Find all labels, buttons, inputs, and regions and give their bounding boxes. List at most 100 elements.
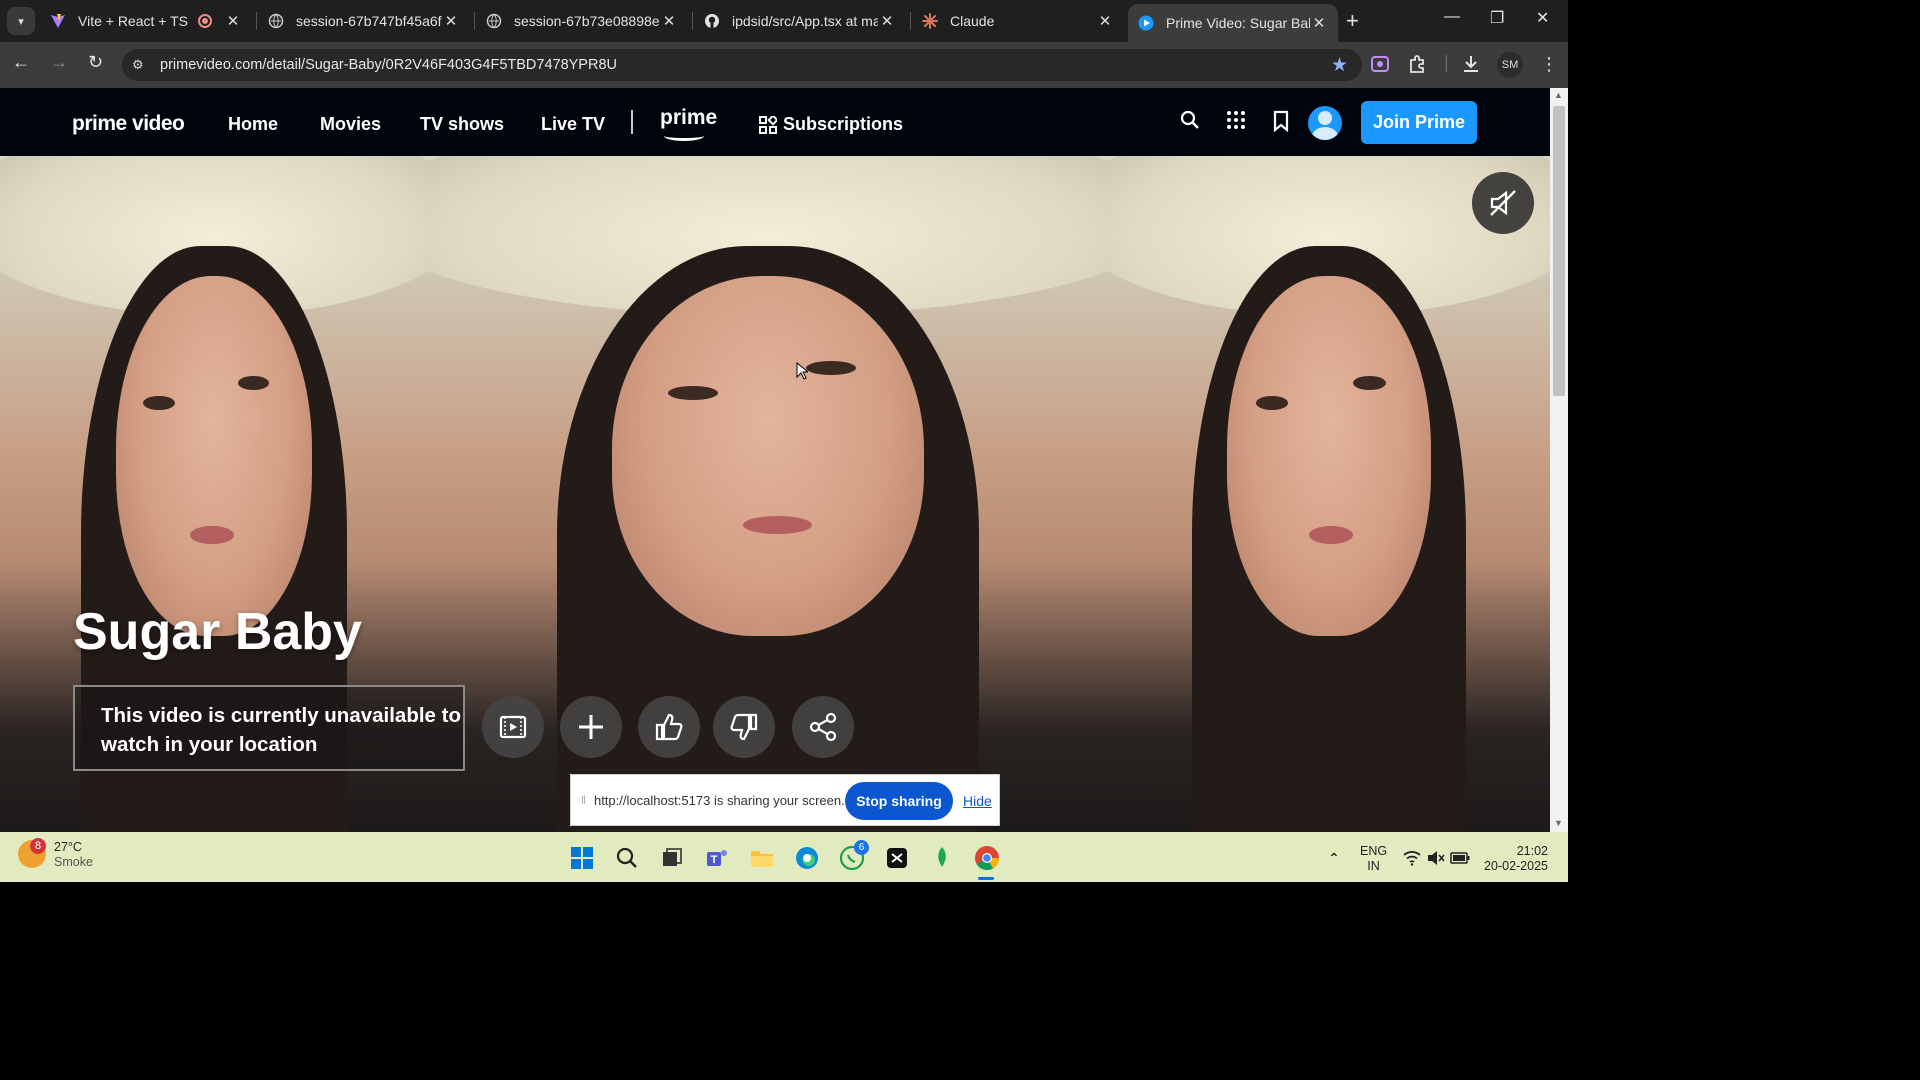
- search-icon[interactable]: [1180, 110, 1200, 136]
- close-tab-icon[interactable]: ✕: [224, 12, 242, 30]
- extensions-icon[interactable]: [1408, 54, 1428, 79]
- weather-condition: Smoke: [54, 855, 93, 869]
- battery-icon[interactable]: [1446, 844, 1474, 872]
- language-indicator[interactable]: ENG IN: [1360, 844, 1387, 874]
- trailer-button[interactable]: [482, 696, 544, 758]
- tab-title: ipdsid/src/App.tsx at main: [732, 13, 878, 29]
- clock-time: 21:02: [1516, 844, 1548, 858]
- close-tab-icon[interactable]: ✕: [1310, 14, 1328, 32]
- like-button[interactable]: [638, 696, 700, 758]
- clock-date: 20-02-2025: [1484, 859, 1548, 873]
- tab-title: Claude: [950, 13, 995, 29]
- dislike-button[interactable]: [713, 696, 775, 758]
- add-icon: [579, 715, 603, 739]
- hide-link[interactable]: Hide: [963, 793, 992, 809]
- file-explorer-icon[interactable]: [748, 844, 776, 872]
- prime-video-logo[interactable]: prime video: [72, 112, 185, 136]
- browser-menu-icon[interactable]: ⋮: [1540, 54, 1558, 75]
- show-hidden-icons-chevron-icon[interactable]: ⌃: [1320, 844, 1348, 872]
- browser-tab-session-1[interactable]: session-67b747bf45a6f76e ✕: [258, 4, 470, 38]
- browser-tab-prime-video[interactable]: Prime Video: Sugar Baby ✕: [1128, 4, 1338, 42]
- close-tab-icon[interactable]: ✕: [442, 12, 460, 30]
- thumbs-down-icon: [730, 713, 758, 741]
- unavailable-message: This video is currently unavailable to w…: [73, 685, 465, 771]
- tab-title: session-67b73e08898e3f5e: [514, 13, 660, 29]
- scrollbar-thumb[interactable]: [1553, 106, 1565, 396]
- nav-subscriptions[interactable]: Subscriptions: [759, 114, 903, 135]
- taskbar-search-icon[interactable]: [613, 844, 641, 872]
- weather-badge: 8: [30, 838, 46, 854]
- tab-divider: [474, 12, 475, 30]
- teams-icon[interactable]: T: [703, 844, 731, 872]
- task-view-icon[interactable]: [658, 844, 686, 872]
- minimize-icon[interactable]: —: [1444, 8, 1460, 26]
- browser-toolbar: ← → ↻ ⚙ primevideo.com/detail/Sugar-Baby…: [0, 42, 1568, 88]
- capcut-icon[interactable]: [883, 844, 911, 872]
- address-bar[interactable]: ⚙ primevideo.com/detail/Sugar-Baby/0R2V4…: [122, 49, 1362, 81]
- nav-movies[interactable]: Movies: [320, 114, 381, 135]
- add-to-watchlist-button[interactable]: [560, 696, 622, 758]
- prime-video-icon: [1138, 15, 1154, 31]
- nav-home[interactable]: Home: [228, 114, 278, 135]
- scroll-up-icon[interactable]: ▲: [1554, 90, 1563, 100]
- mongodb-compass-icon[interactable]: [928, 844, 956, 872]
- forward-icon[interactable]: →: [50, 52, 68, 73]
- download-icon[interactable]: [1461, 54, 1481, 79]
- page-scrollbar[interactable]: ▲ ▼: [1550, 88, 1568, 832]
- reload-icon[interactable]: ↻: [88, 52, 103, 73]
- grid-icon: [759, 115, 777, 134]
- title-heading: Sugar Baby: [73, 603, 362, 661]
- site-info-icon[interactable]: ⚙: [132, 57, 150, 73]
- back-icon[interactable]: ←: [12, 52, 30, 73]
- edge-icon[interactable]: [793, 844, 821, 872]
- windows-start-icon[interactable]: [568, 844, 596, 872]
- close-window-icon[interactable]: ✕: [1536, 8, 1549, 28]
- globe-icon: [268, 13, 284, 29]
- claude-icon: [922, 13, 938, 29]
- join-prime-button[interactable]: Join Prime: [1361, 101, 1477, 144]
- globe-icon: [486, 13, 502, 29]
- whatsapp-icon[interactable]: 6: [838, 840, 869, 872]
- mute-toggle-button[interactable]: [1472, 172, 1534, 234]
- watchlist-bookmark-icon[interactable]: [1272, 110, 1290, 138]
- tab-title: Prime Video: Sugar Baby: [1166, 15, 1310, 31]
- svg-text:T: T: [711, 854, 718, 866]
- close-tab-icon[interactable]: ✕: [1096, 12, 1114, 30]
- apps-grid-icon[interactable]: [1226, 110, 1246, 136]
- clock[interactable]: 21:02 20-02-2025: [1484, 844, 1548, 874]
- prime-video-header: prime video Home Movies TV shows Live TV…: [0, 88, 1550, 156]
- prime-logo[interactable]: prime: [660, 106, 718, 141]
- browser-tab-claude[interactable]: Claude ✕: [912, 4, 1124, 38]
- restore-icon[interactable]: ❐: [1490, 8, 1504, 28]
- github-icon: [704, 13, 720, 29]
- close-tab-icon[interactable]: ✕: [660, 12, 678, 30]
- browser-tab-vite[interactable]: Vite + React + TS ✕: [40, 4, 252, 38]
- screen-sharing-bar: ‖ http://localhost:5173 is sharing your …: [570, 774, 1000, 826]
- trailer-icon: [499, 715, 527, 739]
- stop-sharing-button[interactable]: Stop sharing: [845, 782, 953, 820]
- bookmark-star-icon[interactable]: ★: [1331, 54, 1348, 77]
- nav-live-tv[interactable]: Live TV: [541, 114, 605, 135]
- drag-handle-icon[interactable]: ‖: [581, 793, 586, 807]
- scroll-down-icon[interactable]: ▼: [1554, 818, 1563, 828]
- close-tab-icon[interactable]: ✕: [878, 12, 896, 30]
- chrome-icon[interactable]: [973, 844, 1001, 872]
- prime-logo-text: prime: [660, 106, 718, 129]
- share-button[interactable]: [792, 696, 854, 758]
- hero-image-panel: [1108, 156, 1550, 832]
- profile-avatar[interactable]: SM: [1497, 52, 1523, 78]
- browser-tab-github[interactable]: ipdsid/src/App.tsx at main ✕: [694, 4, 906, 38]
- screen-capture-icon[interactable]: [1370, 54, 1390, 79]
- nav-tv-shows[interactable]: TV shows: [420, 114, 504, 135]
- tab-divider: [910, 12, 911, 30]
- user-avatar[interactable]: [1308, 106, 1342, 140]
- tab-divider: [692, 12, 693, 30]
- tab-title: session-67b747bf45a6f76e: [296, 13, 442, 29]
- subscriptions-label: Subscriptions: [783, 114, 904, 134]
- tab-search-dropdown-icon[interactable]: ▾: [7, 7, 35, 35]
- browser-tab-session-2[interactable]: session-67b73e08898e3f5e ✕: [476, 4, 688, 38]
- new-tab-button[interactable]: +: [1346, 8, 1359, 34]
- weather-widget[interactable]: 8 27°C Smoke: [18, 838, 93, 870]
- windows-taskbar: 8 27°C Smoke T 6 ⌃ ENG IN 21:02 20-02-2025: [0, 832, 1568, 882]
- browser-tab-strip: ▾ Vite + React + TS ✕ session-67b747bf45…: [0, 0, 1568, 42]
